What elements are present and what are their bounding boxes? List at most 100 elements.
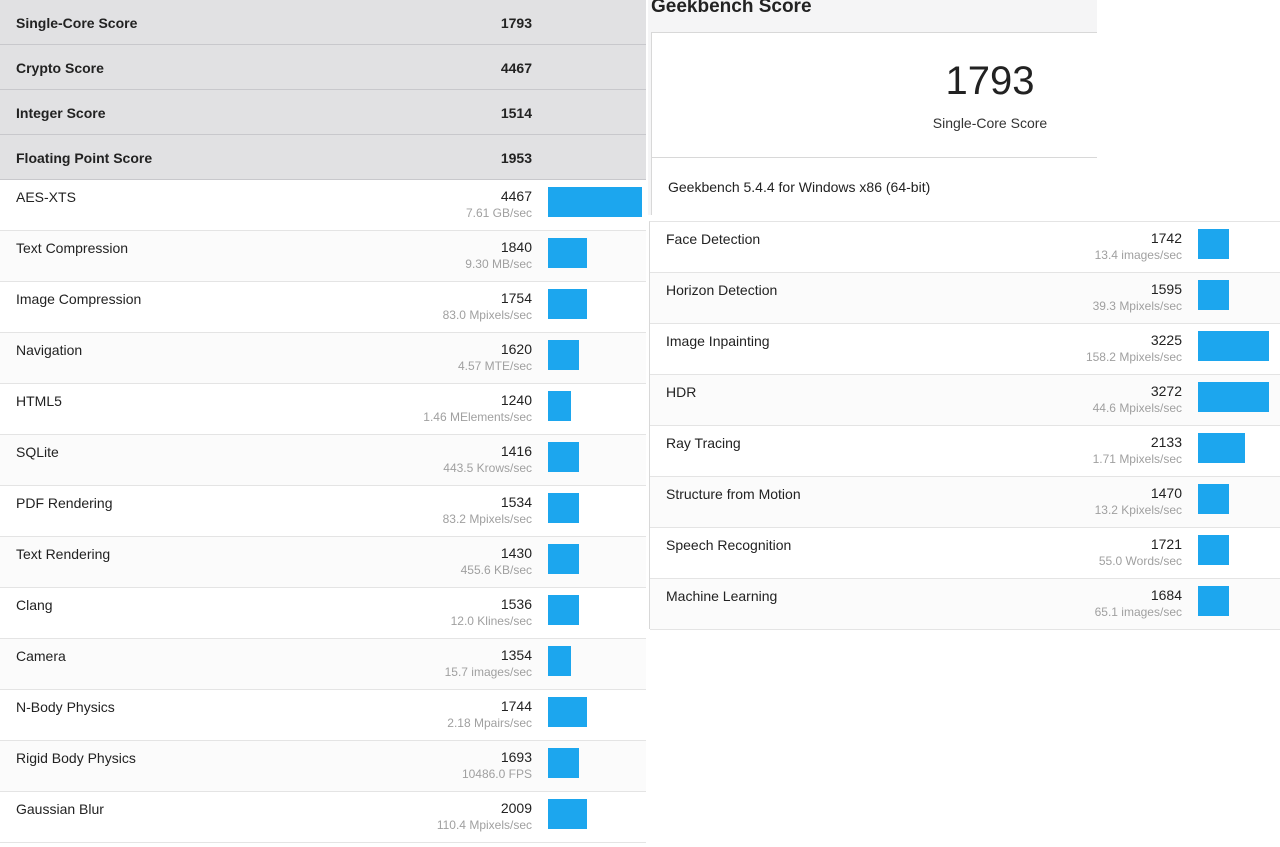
right-benchmark-list: Face Detection 1742 13.4 images/sec Horizon… [650, 222, 1280, 630]
benchmark-score-bar [1198, 535, 1229, 565]
summary-sections: Single-Core Score 1793 Crypto Score 4467 Int… [0, 0, 646, 180]
benchmark-row: Text Compression 1840 9.30 MB/sec [0, 231, 646, 282]
benchmark-score-bar [548, 748, 579, 778]
benchmark-rate: 9.30 MB/sec [465, 257, 532, 271]
benchmark-rate: 7.61 GB/sec [465, 206, 532, 220]
benchmark-row: Gaussian Blur 2009 110.4 Mpixels/sec [0, 792, 646, 843]
score-title: Geekbench Score [651, 0, 812, 17]
benchmark-row: Ray Tracing 2133 1.71 Mpixels/sec [650, 426, 1280, 477]
benchmark-rate: 83.2 Mpixels/sec [442, 512, 532, 526]
benchmark-score-bar [548, 493, 579, 523]
benchmark-results-right-panel: Face Detection 1742 13.4 images/sec Horizon… [649, 221, 1280, 630]
benchmark-score: 2009 [500, 800, 532, 816]
benchmark-score: 3272 [1150, 383, 1182, 399]
left-benchmark-list: AES-XTS 4467 7.61 GB/sec Text Compression 18… [0, 180, 646, 843]
benchmark-score-bar [1198, 433, 1245, 463]
benchmark-rate: 4.57 MTE/sec [457, 359, 532, 373]
score-card: 1793 Single-Core Score Geekbench 5.4.4 f… [651, 32, 1097, 215]
benchmark-name: Navigation [16, 342, 83, 358]
benchmark-name: Image Compression [16, 291, 142, 307]
benchmark-rate: 1.46 MElements/sec [423, 410, 532, 424]
section-name: Crypto Score [16, 60, 104, 76]
benchmark-name: Clang [16, 597, 53, 613]
benchmark-rate: 13.4 images/sec [1094, 248, 1182, 262]
benchmark-rate: 443.5 Krows/sec [443, 461, 532, 475]
benchmark-rate: 1.71 Mpixels/sec [1092, 452, 1182, 466]
section-score: 4467 [500, 60, 532, 76]
section-score: 1953 [500, 150, 532, 166]
benchmark-name: AES-XTS [16, 189, 76, 205]
benchmark-score: 1240 [500, 392, 532, 408]
benchmark-score: 1536 [500, 596, 532, 612]
section-score: 1793 [500, 15, 532, 31]
benchmark-name: Gaussian Blur [16, 801, 104, 817]
benchmark-name: HDR [666, 384, 697, 400]
benchmark-score-bar [548, 544, 579, 574]
section-name: Single-Core Score [16, 15, 138, 31]
benchmark-score-bar [548, 646, 571, 676]
benchmark-score: 1595 [1150, 281, 1182, 297]
benchmark-score: 1721 [1150, 536, 1182, 552]
benchmark-row: Horizon Detection 1595 39.3 Mpixels/sec [650, 273, 1280, 324]
section-row: Floating Point Score 1953 [0, 135, 646, 180]
benchmark-score: 1684 [1150, 587, 1182, 603]
benchmark-rate: 83.0 Mpixels/sec [442, 308, 532, 322]
benchmark-row: HTML5 1240 1.46 MElements/sec [0, 384, 646, 435]
big-score-label: Single-Core Score [932, 115, 1048, 131]
benchmark-rate: 12.0 Klines/sec [450, 614, 532, 628]
benchmark-name: Speech Recognition [666, 537, 792, 553]
benchmark-name: HTML5 [16, 393, 62, 409]
benchmark-rate: 55.0 Words/sec [1098, 554, 1182, 568]
benchmark-name: Ray Tracing [666, 435, 741, 451]
benchmark-row: Rigid Body Physics 1693 10486.0 FPS [0, 741, 646, 792]
benchmark-name: Image Inpainting [666, 333, 770, 349]
benchmark-score: 1416 [500, 443, 532, 459]
benchmark-results-left-panel: Single-Core Score 1793 Crypto Score 4467 Int… [0, 0, 646, 847]
benchmark-score: 1840 [500, 239, 532, 255]
benchmark-score-bar [548, 595, 579, 625]
benchmark-rate: 10486.0 FPS [461, 767, 532, 781]
benchmark-name: Rigid Body Physics [16, 750, 136, 766]
benchmark-score-bar [548, 340, 579, 370]
benchmark-rate: 455.6 KB/sec [460, 563, 532, 577]
benchmark-score-bar [548, 799, 587, 829]
benchmark-row: N-Body Physics 1744 2.18 Mpairs/sec [0, 690, 646, 741]
benchmark-score: 1534 [500, 494, 532, 510]
benchmark-score: 4467 [500, 188, 532, 204]
benchmark-row: PDF Rendering 1534 83.2 Mpixels/sec [0, 486, 646, 537]
benchmark-score: 2133 [1150, 434, 1182, 450]
benchmark-score-bar [548, 289, 587, 319]
benchmark-row: Image Compression 1754 83.0 Mpixels/sec [0, 282, 646, 333]
benchmark-rate: 44.6 Mpixels/sec [1092, 401, 1182, 415]
benchmark-row: Navigation 1620 4.57 MTE/sec [0, 333, 646, 384]
benchmark-score: 1693 [500, 749, 532, 765]
benchmark-score: 3225 [1150, 332, 1182, 348]
benchmark-name: Machine Learning [666, 588, 778, 604]
benchmark-score: 1470 [1150, 485, 1182, 501]
big-score: 1793 [945, 59, 1035, 103]
benchmark-row: Image Inpainting 3225 158.2 Mpixels/sec [650, 324, 1280, 375]
benchmark-score: 1742 [1150, 230, 1182, 246]
benchmark-score: 1430 [500, 545, 532, 561]
card-divider [652, 157, 1097, 158]
benchmark-row: SQLite 1416 443.5 Krows/sec [0, 435, 646, 486]
benchmark-row: Machine Learning 1684 65.1 images/sec [650, 579, 1280, 630]
benchmark-rate: 2.18 Mpairs/sec [447, 716, 532, 730]
benchmark-row: HDR 3272 44.6 Mpixels/sec [650, 375, 1280, 426]
benchmark-score-bar [1198, 484, 1229, 514]
section-row: Single-Core Score 1793 [0, 0, 646, 45]
benchmark-score-bar [1198, 229, 1229, 259]
benchmark-score-bar [548, 442, 579, 472]
benchmark-rate: 110.4 Mpixels/sec [436, 818, 532, 832]
benchmark-score-bar [1198, 331, 1269, 361]
benchmark-name: Horizon Detection [666, 282, 778, 298]
benchmark-score: 1754 [500, 290, 532, 306]
section-row: Crypto Score 4467 [0, 45, 646, 90]
benchmark-row: AES-XTS 4467 7.61 GB/sec [0, 180, 646, 231]
benchmark-name: Text Compression [16, 240, 129, 256]
benchmark-score-bar [548, 238, 587, 268]
benchmark-rate: 65.1 images/sec [1094, 605, 1182, 619]
benchmark-score-bar [548, 697, 587, 727]
benchmark-score-bar [548, 187, 642, 217]
benchmark-score-bar [548, 391, 571, 421]
